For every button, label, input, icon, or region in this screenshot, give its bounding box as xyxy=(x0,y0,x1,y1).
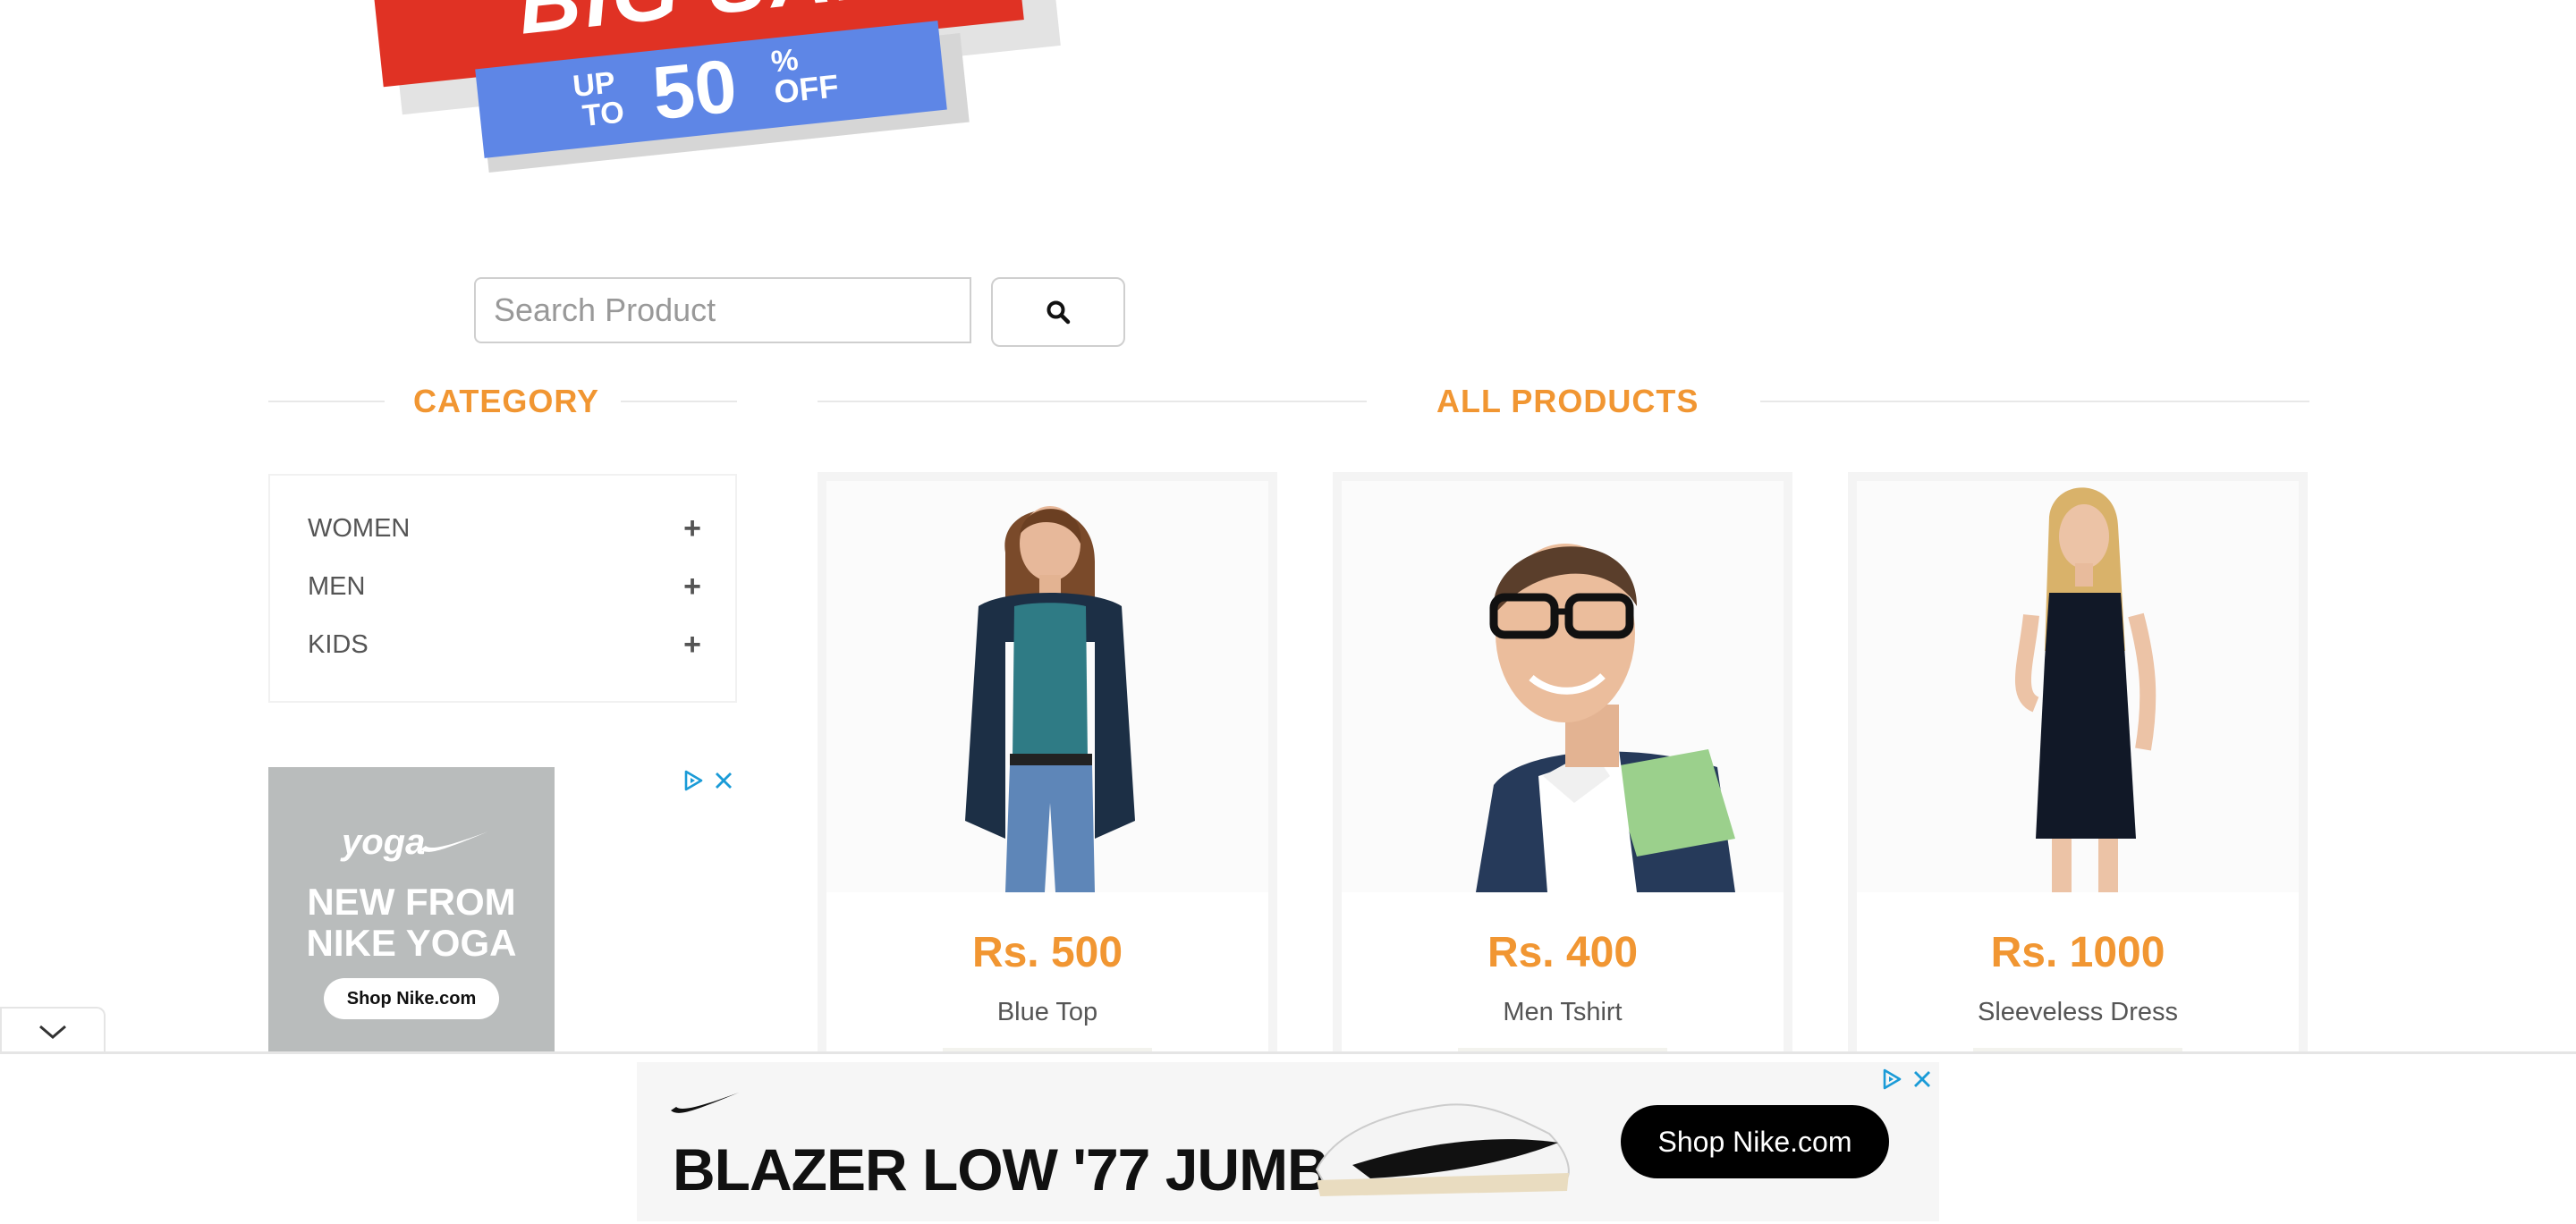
category-panel: WOMEN + MEN + KIDS + xyxy=(268,474,737,703)
banner-off-text: OFF xyxy=(772,67,841,111)
close-ad-icon[interactable] xyxy=(1912,1069,1932,1089)
left-ad-headline-line1: NEW FROM xyxy=(307,881,516,923)
products-title: ALL PRODUCTS xyxy=(1436,383,1699,419)
search-input[interactable] xyxy=(474,277,971,343)
product-name: Blue Top xyxy=(996,998,1098,1026)
left-ad-headline-line2: NIKE YOGA xyxy=(306,922,517,964)
nike-swoosh-icon xyxy=(420,831,488,852)
left-ad-controls xyxy=(682,769,733,792)
left-ad-headline: NEW FROM NIKE YOGA xyxy=(268,882,555,964)
category-title-line-right xyxy=(621,401,737,402)
search-icon xyxy=(1046,300,1071,325)
plus-icon[interactable]: + xyxy=(683,628,701,663)
product-name: Men Tshirt xyxy=(1503,998,1623,1026)
category-item-kids[interactable]: KIDS + xyxy=(308,622,701,667)
plus-icon[interactable]: + xyxy=(683,511,701,546)
woman-blue-top-illustration xyxy=(826,481,1268,892)
products-title-line-right xyxy=(1760,401,2309,402)
search-button[interactable] xyxy=(991,277,1125,347)
category-item-men[interactable]: MEN + xyxy=(308,564,701,609)
plus-icon[interactable]: + xyxy=(683,570,701,604)
bottom-ad-controls xyxy=(1880,1068,1932,1091)
product-price: Rs. 400 xyxy=(1487,929,1639,976)
adchoices-icon[interactable] xyxy=(682,769,705,792)
product-image[interactable] xyxy=(826,481,1268,892)
category-item-label: WOMEN xyxy=(308,513,411,543)
chevron-down-icon xyxy=(39,1025,66,1039)
category-item-label: KIDS xyxy=(308,629,369,659)
product-card-sleeveless-dress[interactable]: Rs. 1000 Sleeveless Dress xyxy=(1848,472,2308,1089)
product-card-men-tshirt[interactable]: Rs. 400 Men Tshirt xyxy=(1333,472,1792,1089)
category-item-label: MEN xyxy=(308,571,366,601)
bottom-ad-cta-button[interactable]: Shop Nike.com xyxy=(1621,1105,1889,1178)
product-name: Sleeveless Dress xyxy=(1977,998,2179,1026)
sneaker-image xyxy=(1315,1103,1570,1196)
product-image[interactable] xyxy=(1342,481,1784,892)
products-title-line-left xyxy=(818,401,1367,402)
bottom-ad[interactable]: BLAZER LOW '77 JUMBO Shop Nike.com xyxy=(637,1062,1939,1221)
product-image[interactable] xyxy=(1857,481,2299,892)
banner-up-to: UP TO xyxy=(565,65,626,134)
banner-percent-value: 50 xyxy=(648,43,741,136)
banner-to-text: TO xyxy=(580,95,626,134)
woman-dress-illustration xyxy=(1857,481,2299,892)
ad-collapse-tab[interactable] xyxy=(0,1007,106,1055)
product-price: Rs. 1000 xyxy=(1990,929,2165,976)
close-ad-icon[interactable] xyxy=(714,771,733,790)
sale-banner: BIG SALE UP TO 50 % OFF xyxy=(358,0,1073,173)
category-title: CATEGORY xyxy=(413,383,600,419)
man-tshirt-illustration xyxy=(1342,481,1784,892)
left-ad-cta-button[interactable]: Shop Nike.com xyxy=(324,978,499,1019)
product-card-blue-top[interactable]: Rs. 500 Blue Top xyxy=(818,472,1277,1089)
bottom-ad-headline: BLAZER LOW '77 JUMBO xyxy=(673,1136,1375,1203)
nike-swoosh-icon xyxy=(671,1093,739,1113)
left-ad[interactable]: yoga NEW FROM NIKE YOGA Shop Nike.com xyxy=(268,767,555,1053)
product-price: Rs. 500 xyxy=(971,929,1123,976)
category-title-line-left xyxy=(268,401,385,402)
adchoices-icon[interactable] xyxy=(1880,1068,1903,1091)
ad-brand-yoga: yoga xyxy=(342,823,426,862)
category-item-women[interactable]: WOMEN + xyxy=(308,506,701,551)
